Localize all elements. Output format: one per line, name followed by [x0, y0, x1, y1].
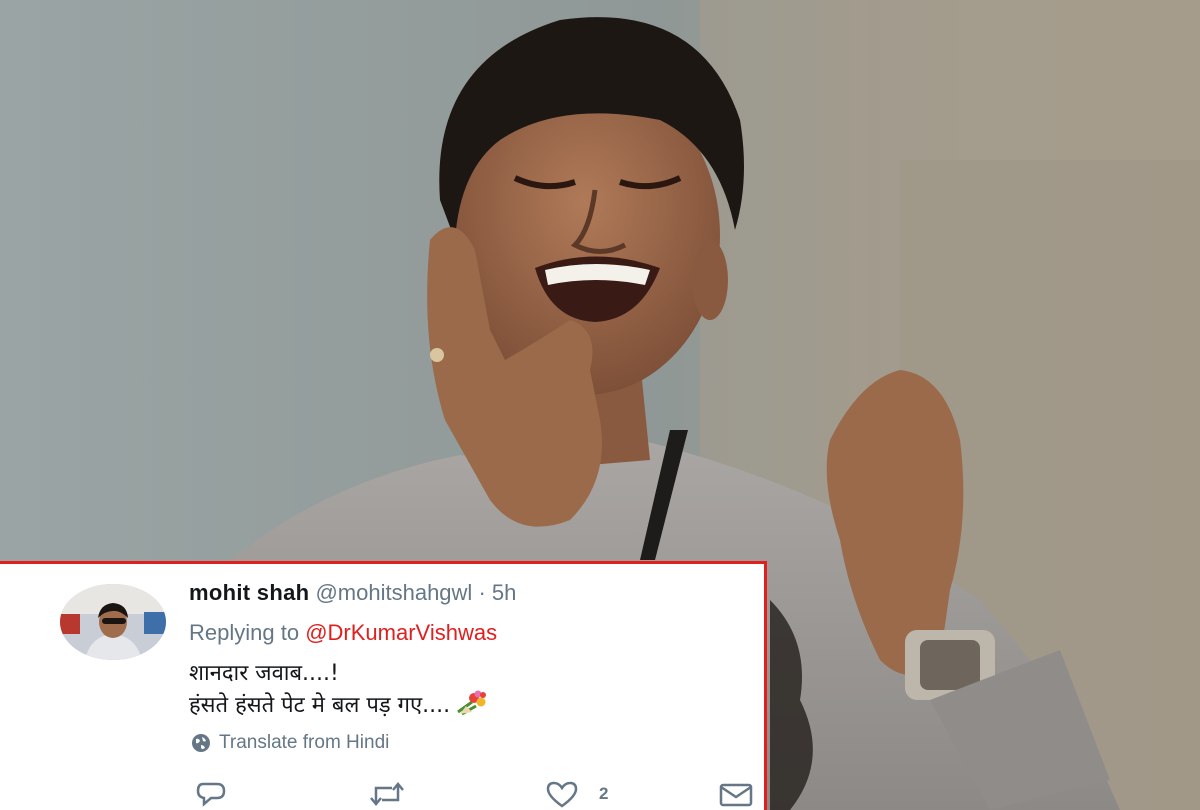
- tweet-text: शानदार जवाब....! हंसते हंसते पेट मे बल प…: [189, 658, 488, 726]
- tweet-timestamp[interactable]: 5h: [492, 580, 516, 605]
- retweet-icon: [368, 780, 406, 808]
- heart-icon: [545, 780, 579, 808]
- like-button[interactable]: 2: [545, 780, 608, 808]
- header-separator: ·: [478, 580, 486, 605]
- tweet-card: mohit shah @mohitshahgwl · 5h Replying t…: [0, 561, 767, 810]
- reply-icon: [195, 780, 227, 808]
- replying-to-handle[interactable]: @DrKumarVishwas: [305, 620, 497, 645]
- retweet-button[interactable]: [368, 780, 406, 808]
- replying-to: Replying to @DrKumarVishwas: [189, 620, 497, 646]
- translate-label: Translate from Hindi: [219, 732, 390, 753]
- bouquet-icon: [452, 690, 488, 726]
- translate-link[interactable]: Translate from Hindi: [191, 732, 389, 754]
- user-handle[interactable]: @mohitshahgwl: [315, 580, 472, 605]
- message-button[interactable]: [718, 780, 754, 808]
- globe-icon: [191, 733, 211, 753]
- tweet-actions: 2: [0, 780, 767, 810]
- like-count: 2: [599, 784, 609, 803]
- tweet-text-line-2: हंसते हंसते पेट मे बल पड़ गए....: [189, 690, 488, 726]
- tweet-header: mohit shah @mohitshahgwl · 5h: [189, 580, 516, 606]
- replying-to-label: Replying to: [189, 620, 300, 645]
- tweet-text-line: हंसते हंसते पेट मे बल पड़ गए....: [189, 693, 451, 718]
- tweet-text-line: शानदार जवाब....!: [189, 661, 339, 686]
- avatar[interactable]: [60, 584, 166, 660]
- display-name[interactable]: mohit shah: [189, 580, 309, 605]
- reply-button[interactable]: [195, 780, 227, 808]
- envelope-icon: [718, 780, 754, 808]
